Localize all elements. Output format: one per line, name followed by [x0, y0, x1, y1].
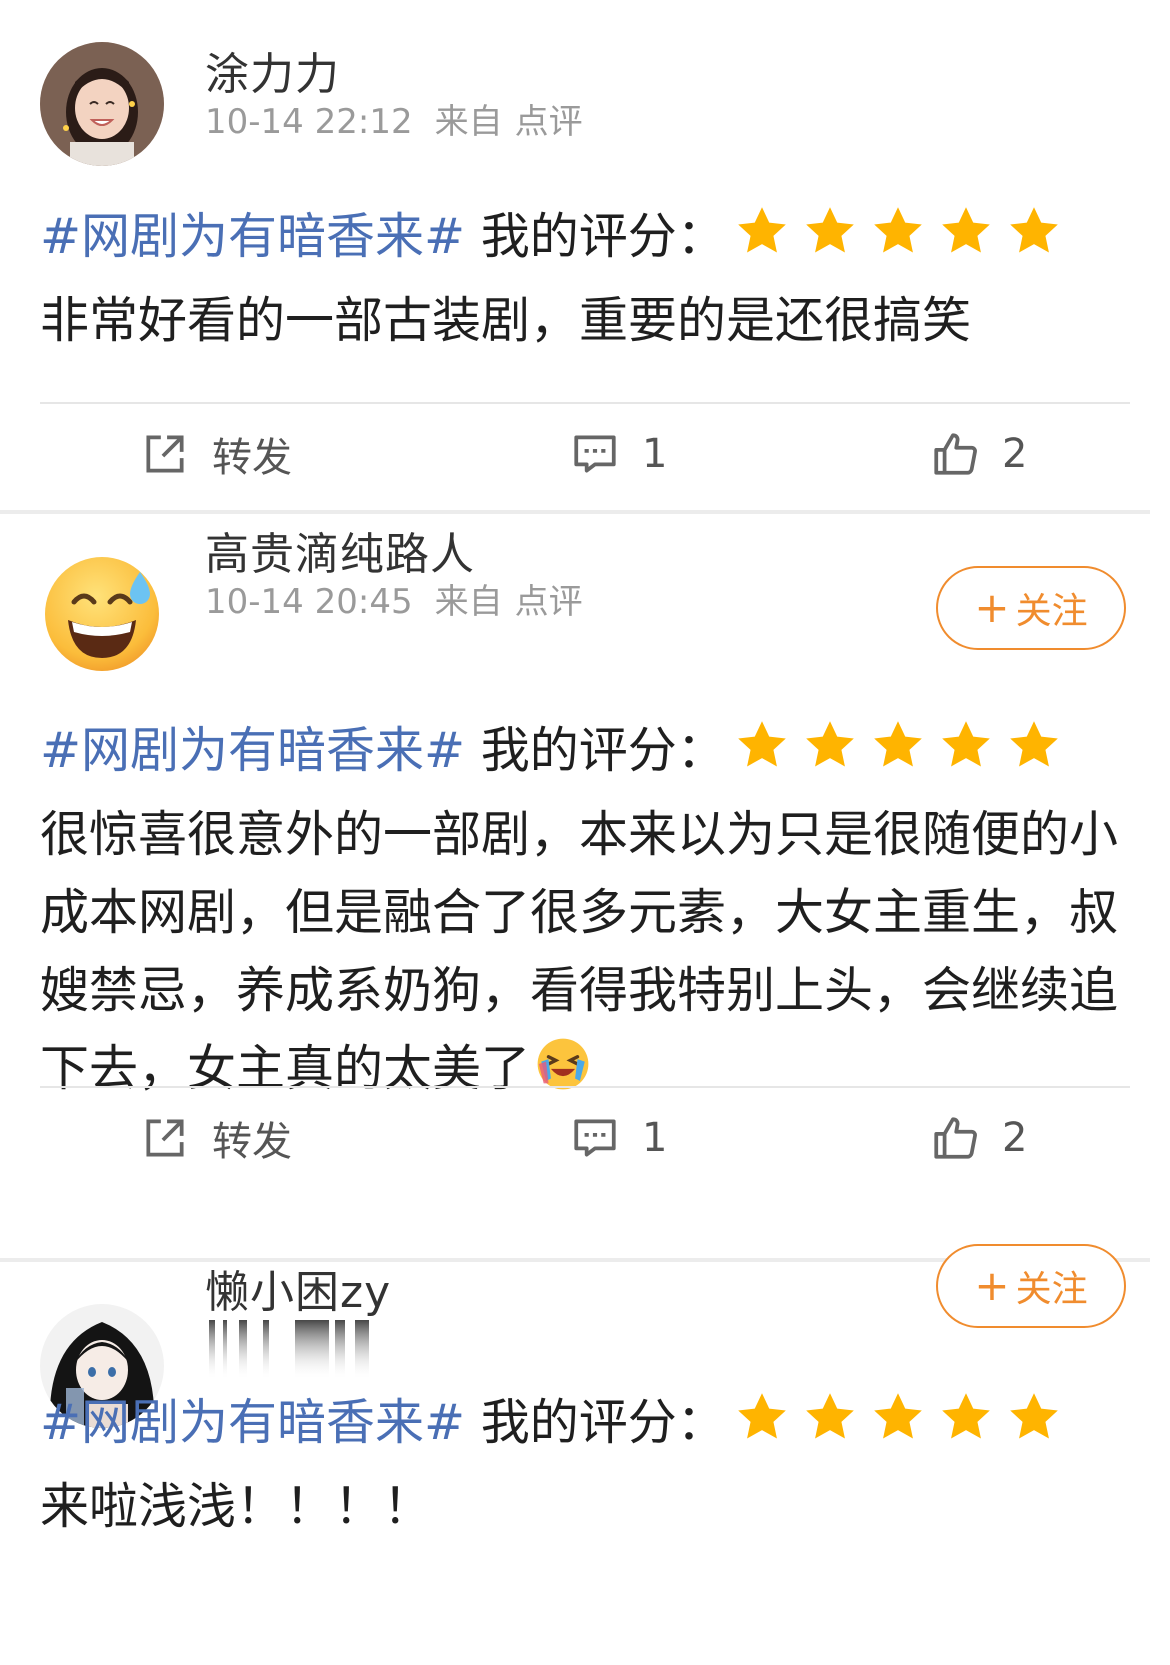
- post-1: 涂力力 10-14 22:12 来自 点评 #网剧为有暗香来# 我的评分： 非常好看…: [0, 0, 1150, 481]
- post-content: #网剧为有暗香来# 我的评分： 非常好看的一部古装剧，重要的是还很搞笑: [40, 198, 1120, 360]
- comment-icon: [574, 1119, 616, 1157]
- star-icon: [941, 721, 990, 767]
- plus-icon: +: [974, 583, 1010, 632]
- star-icon: [941, 207, 990, 253]
- star-icon: [737, 1393, 786, 1439]
- star-icon: [941, 1393, 990, 1439]
- follow-label: 关注: [1015, 591, 1088, 632]
- avatar[interactable]: [40, 42, 164, 166]
- like-button[interactable]: 2: [930, 1088, 1027, 1188]
- like-count: 2: [1002, 431, 1028, 477]
- action-bar: 转发 1 2: [0, 1088, 1150, 1188]
- rating-stars: [734, 717, 1074, 796]
- blurred-meta-area: [209, 1320, 369, 1380]
- follow-button[interactable]: + 关注: [936, 566, 1126, 650]
- follow-label: 关注: [1015, 1269, 1088, 1310]
- post-text: 来啦浅浅！！！！: [40, 1478, 433, 1535]
- comment-button[interactable]: 1: [570, 404, 667, 504]
- star-icon: [873, 207, 922, 253]
- source-name: 点评: [514, 582, 583, 622]
- rating-stars: [734, 1389, 1074, 1468]
- like-count: 2: [1002, 1115, 1028, 1161]
- post-meta: 10-14 22:12 来自 点评: [205, 94, 605, 143]
- source-name: 点评: [514, 102, 583, 142]
- action-bar: 转发 1 2: [0, 404, 1150, 504]
- avatar[interactable]: [40, 550, 164, 674]
- comment-count: 1: [642, 431, 668, 477]
- repost-button[interactable]: 转发: [140, 1088, 292, 1188]
- source-prefix: 来自: [434, 102, 503, 142]
- repost-icon: [146, 1119, 184, 1157]
- repost-label: 转发: [212, 1119, 292, 1165]
- avatar-girl-image: [40, 42, 164, 166]
- star-icon: [737, 207, 786, 253]
- rating-label: 我的评分：: [465, 208, 726, 265]
- comment-icon: [574, 435, 616, 473]
- like-icon: [934, 1117, 977, 1159]
- star-icon: [873, 1393, 922, 1439]
- source-prefix: 来自: [434, 582, 503, 622]
- post-2: 高贵滴纯路人 10-14 20:45 来自 点评 + 关注 #网剧为有暗香来# 我的评…: [0, 514, 1150, 1254]
- hashtag-link[interactable]: #网剧为有暗香来#: [40, 1394, 465, 1451]
- follow-button[interactable]: + 关注: [936, 1244, 1126, 1328]
- post-content: #网剧为有暗香来# 我的评分： 来啦浅浅！！！！: [40, 1384, 1120, 1546]
- rating-label: 我的评分：: [465, 722, 726, 779]
- hashtag-link[interactable]: #网剧为有暗香来#: [40, 208, 465, 265]
- star-icon: [1009, 207, 1058, 253]
- username[interactable]: 涂力力: [205, 38, 340, 102]
- sweat-smile-emoji-avatar: [45, 557, 159, 671]
- username[interactable]: 高贵滴纯路人: [205, 518, 475, 582]
- star-icon: [1009, 721, 1058, 767]
- repost-label: 转发: [212, 435, 292, 481]
- plus-icon: +: [974, 1261, 1010, 1310]
- like-button[interactable]: 2: [930, 404, 1027, 504]
- post-text: 非常好看的一部古装剧，重要的是还很搞笑: [40, 292, 972, 349]
- post-content: #网剧为有暗香来# 我的评分： 很惊喜很意外的一部剧，本来以为只是很随便的小成本…: [40, 712, 1120, 1108]
- post-3: 懒小困zy + 关注 #网剧为有暗香来# 我的评分： 来啦浅浅！！！！: [0, 1244, 1150, 1665]
- star-icon: [805, 207, 854, 253]
- star-icon: [805, 1393, 854, 1439]
- username[interactable]: 懒小困zy: [205, 1256, 391, 1320]
- star-icon: [805, 721, 854, 767]
- like-icon: [934, 433, 977, 475]
- rating-stars: [734, 203, 1074, 282]
- repost-icon: [146, 435, 184, 473]
- star-icon: [737, 721, 786, 767]
- post-time: 10-14 20:45: [205, 582, 413, 622]
- star-icon: [873, 721, 922, 767]
- star-icon: [1009, 1393, 1058, 1439]
- post-meta: 10-14 20:45 来自 点评: [205, 574, 605, 623]
- repost-button[interactable]: 转发: [140, 404, 292, 504]
- hashtag-link[interactable]: #网剧为有暗香来#: [40, 722, 465, 779]
- post-time: 10-14 22:12: [205, 102, 413, 142]
- comment-button[interactable]: 1: [570, 1088, 667, 1188]
- cry-laugh-emoji: [537, 1038, 589, 1090]
- comment-count: 1: [642, 1115, 668, 1161]
- rating-label: 我的评分：: [465, 1394, 726, 1451]
